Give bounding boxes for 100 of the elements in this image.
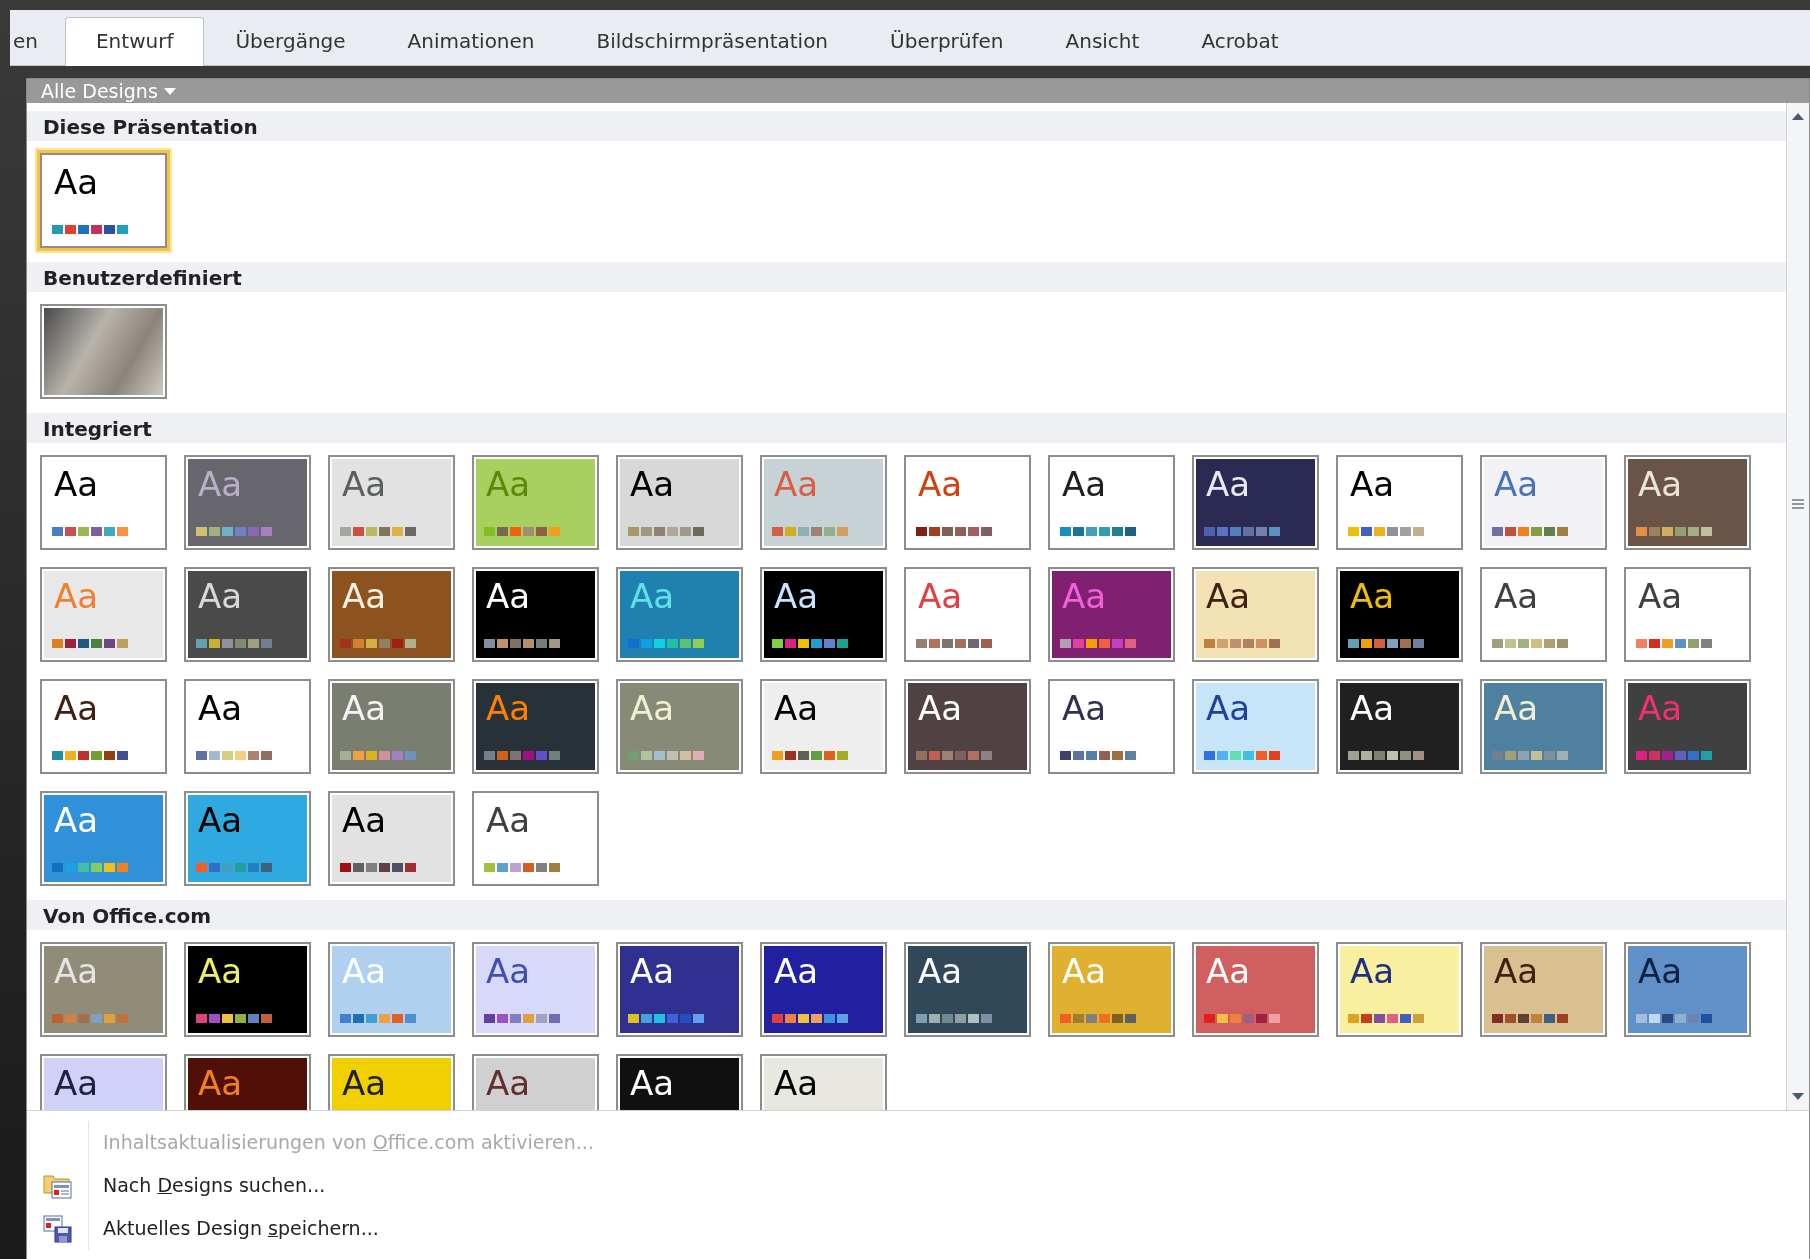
theme-thumbnail[interactable]: Aa	[1192, 679, 1319, 774]
section-header: Diese Präsentation	[27, 111, 1786, 141]
ribbon-tab[interactable]: Entwurf	[65, 17, 205, 66]
theme-thumbnail[interactable]: Aa	[328, 791, 455, 886]
theme-thumbnail[interactable]: Aa	[472, 791, 599, 886]
theme-sample-text: Aa	[1494, 691, 1539, 725]
theme-sample-text: Aa	[630, 1066, 675, 1100]
theme-thumbnail[interactable]: Aa	[184, 1054, 311, 1110]
theme-sample-text: Aa	[1062, 691, 1107, 725]
theme-sample-text: Aa	[1206, 467, 1251, 501]
theme-thumbnail[interactable]: Aa	[1480, 679, 1607, 774]
theme-thumbnail[interactable]: Aa	[1480, 455, 1607, 550]
theme-thumbnail[interactable]: Aa	[40, 1054, 167, 1110]
theme-sample-text: Aa	[1062, 954, 1107, 988]
theme-sample-text: Aa	[1206, 579, 1251, 613]
theme-thumbnail[interactable]: Aa	[184, 679, 311, 774]
theme-sample-text: Aa	[774, 467, 819, 501]
up-arrow-icon	[1792, 112, 1804, 120]
theme-thumbnail[interactable]: Aa	[760, 679, 887, 774]
theme-sample-text: Aa	[918, 954, 963, 988]
theme-thumbnail[interactable]: Aa	[1480, 567, 1607, 662]
ribbon-tab[interactable]: en	[10, 17, 65, 66]
theme-sample-text: Aa	[1062, 579, 1107, 613]
menu-item[interactable]: Aktuelles Design speichern...	[89, 1214, 379, 1243]
theme-sample-text: Aa	[1638, 579, 1683, 613]
theme-sample-text: Aa	[54, 691, 99, 725]
theme-thumbnail[interactable]: Aa	[904, 942, 1031, 1037]
theme-sample-text: Aa	[1494, 954, 1539, 988]
menu-item[interactable]: Nach Designs suchen...	[89, 1171, 326, 1200]
theme-thumbnail[interactable]: Aa	[472, 942, 599, 1037]
theme-thumbnail[interactable]: Aa	[1480, 942, 1607, 1037]
theme-sample-text: Aa	[486, 691, 531, 725]
theme-sample-text: Aa	[1638, 954, 1683, 988]
theme-sample-text: Aa	[54, 579, 99, 613]
theme-thumbnail[interactable]: Aa	[760, 567, 887, 662]
theme-thumbnail[interactable]: Aa	[1336, 679, 1463, 774]
section-header: Benutzerdefiniert	[27, 262, 1786, 292]
theme-thumbnail[interactable]: Aa	[904, 455, 1031, 550]
theme-thumbnail[interactable]: Aa	[1048, 455, 1175, 550]
theme-thumbnail[interactable]: Aa	[760, 942, 887, 1037]
theme-thumbnail[interactable]: Aa	[616, 942, 743, 1037]
theme-sample-text: Aa	[342, 803, 387, 837]
theme-thumbnail[interactable]: Aa	[904, 679, 1031, 774]
ribbon-tab[interactable]: Animationen	[376, 17, 566, 66]
theme-thumbnail[interactable]: Aa	[1336, 455, 1463, 550]
theme-thumbnail[interactable]: Aa	[1192, 455, 1319, 550]
theme-thumbnail[interactable]: Aa	[184, 791, 311, 886]
theme-sample-text: Aa	[198, 691, 243, 725]
theme-thumbnail[interactable]: Aa	[1336, 942, 1463, 1037]
theme-thumbnail[interactable]: Aa	[1624, 942, 1751, 1037]
ribbon-tab[interactable]: Überprüfen	[859, 17, 1035, 66]
theme-sample-text: Aa	[342, 1066, 387, 1100]
ribbon-tab[interactable]: Übergänge	[204, 17, 377, 66]
theme-sample-text: Aa	[198, 467, 243, 501]
theme-sample-text: Aa	[630, 954, 675, 988]
scroll-grip-icon[interactable]	[1792, 499, 1804, 509]
theme-thumbnail[interactable]: Aa	[328, 567, 455, 662]
theme-sample-text: Aa	[774, 1066, 819, 1100]
theme-sample-text: Aa	[1350, 954, 1395, 988]
photo-placeholder[interactable]	[40, 304, 167, 399]
theme-thumbnail[interactable]: Aa	[1624, 455, 1751, 550]
theme-thumbnail[interactable]: Aa	[328, 1054, 455, 1110]
theme-sample-text: Aa	[342, 579, 387, 613]
theme-sample-text: Aa	[774, 579, 819, 613]
theme-sample-text: Aa	[1350, 467, 1395, 501]
theme-thumbnail[interactable]: Aa	[328, 455, 455, 550]
section-header: Integriert	[27, 413, 1786, 443]
ribbon-tab[interactable]: Ansicht	[1034, 17, 1171, 66]
theme-sample-text: Aa	[198, 579, 243, 613]
theme-thumbnail[interactable]: Aa	[1192, 942, 1319, 1037]
save-design-icon	[42, 1214, 73, 1243]
ribbon-tab[interactable]: Bildschirmpräsentation	[565, 17, 860, 66]
theme-sample-text: Aa	[54, 954, 99, 988]
theme-sample-text: Aa	[918, 579, 963, 613]
theme-sample-text: Aa	[1638, 691, 1683, 725]
theme-thumbnail[interactable]: Aa	[760, 1054, 887, 1110]
theme-thumbnail[interactable]: Aa	[472, 679, 599, 774]
theme-sample-text: Aa	[342, 691, 387, 725]
theme-thumbnail[interactable]: Aa	[40, 679, 167, 774]
theme-sample-text: Aa	[1062, 467, 1107, 501]
theme-thumbnail[interactable]: Aa	[904, 567, 1031, 662]
theme-sample-text: Aa	[486, 803, 531, 837]
theme-thumbnail[interactable]: Aa	[1336, 567, 1463, 662]
theme-thumbnail[interactable]: Aa	[184, 942, 311, 1037]
theme-sample-text: Aa	[486, 579, 531, 613]
theme-thumbnail[interactable]: Aa	[472, 1054, 599, 1110]
theme-sample-text: Aa	[918, 467, 963, 501]
theme-thumbnail[interactable]: Aa	[472, 567, 599, 662]
theme-thumbnail[interactable]: Aa	[184, 567, 311, 662]
theme-sample-text: Aa	[1494, 467, 1539, 501]
ribbon-tab[interactable]: Acrobat	[1170, 17, 1310, 66]
theme-thumbnail[interactable]: Aa	[616, 1054, 743, 1110]
theme-sample-text: Aa	[486, 1066, 531, 1100]
theme-thumbnail[interactable]: Aa	[328, 679, 455, 774]
theme-sample-text: Aa	[198, 954, 243, 988]
theme-thumbnail[interactable]: Aa	[1192, 567, 1319, 662]
theme-thumbnail[interactable]: Aa	[616, 455, 743, 550]
theme-thumbnail[interactable]: Aa	[1048, 679, 1175, 774]
theme-thumbnail[interactable]: Aa	[1624, 567, 1751, 662]
theme-thumbnail[interactable]: Aa	[40, 455, 167, 550]
